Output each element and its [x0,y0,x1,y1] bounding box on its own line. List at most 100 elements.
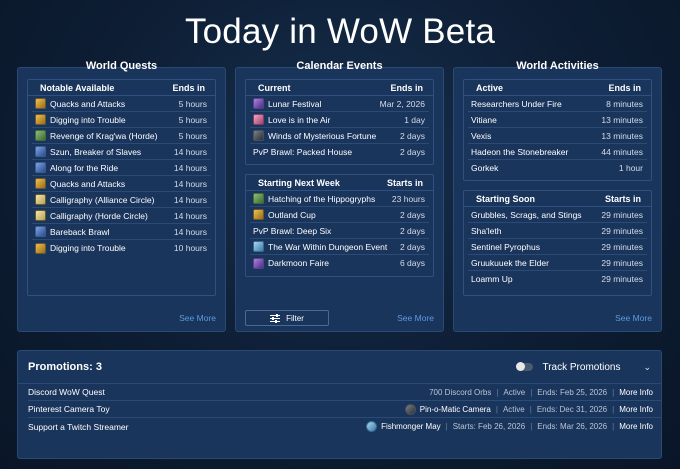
world-quest-item-time: 14 hours [173,194,207,205]
starting-soon-activity-row[interactable]: Loamm Up 29 minutes [468,271,647,287]
active-activity-row-left: Hadeon the Stonebreaker [471,147,568,157]
world-quest-item-name: Quacks and Attacks [50,178,126,189]
next-week-event-item-time: 2 days [399,209,425,220]
promotion-dates: Ends: Dec 31, 2026 [536,404,608,414]
separator: | [530,422,533,431]
next-week-event-item-icon [253,209,264,220]
starting-soon-activity-row[interactable]: Sha'leth 29 minutes [468,223,647,239]
current-event-row[interactable]: Lunar Festival Mar 2, 2026 [250,96,429,112]
promotions-header: Promotions: 3 Track Promotions ⌄ [18,351,661,384]
world-quest-row-left: Quacks and Attacks [35,178,125,189]
world-quest-item-icon [35,130,46,141]
more-info-link[interactable]: More Info [619,422,653,431]
separator: | [612,422,615,431]
active-activity-row[interactable]: Hadeon the Stonebreaker 44 minutes [468,144,647,160]
current-event-row[interactable]: PvP Brawl: Packed House 2 days [250,144,429,160]
promotion-name: Support a Twitch Streamer [28,421,129,432]
current-event-item-time: 1 day [404,114,425,125]
world-quest-row[interactable]: Digging into Trouble 10 hours [32,240,211,256]
world-quest-item-time: 5 hours [178,114,207,125]
starting-soon-activity-row[interactable]: Grubbles, Scrags, and Stings 29 minutes [468,207,647,223]
promotion-row[interactable]: Pinterest Camera Toy Pin-o-Matic Camera | A… [28,401,661,418]
world-quests-see-more-link[interactable]: See More [179,313,216,323]
filter-button[interactable]: Filter [245,310,329,326]
current-event-item-time: 2 days [399,130,425,141]
world-quest-item-icon [35,162,46,173]
world-quest-item-name: Calligraphy (Alliance Circle) [50,194,155,205]
current-events-header: Current Ends in [246,80,433,96]
active-activity-row[interactable]: Vexis 13 minutes [468,128,647,144]
separator: | [530,387,533,397]
next-week-event-row[interactable]: Outland Cup 2 days [250,207,429,223]
next-week-event-row[interactable]: PvP Brawl: Deep Six 2 days [250,223,429,239]
starting-soon-activity-item-name: Sentinel Pyrophus [471,241,540,252]
active-activities-header: Active Ends in [464,80,651,96]
promotions-panel: Promotions: 3 Track Promotions ⌄ Discord… [17,350,662,459]
promotion-row[interactable]: Discord WoW Quest 700 Discord Orbs | Active… [28,384,661,401]
world-quest-row[interactable]: Szun, Breaker of Slaves 14 hours [32,144,211,160]
reward-icon [404,403,416,415]
next-week-event-row[interactable]: The War Within Dungeon Event 2 days [250,239,429,255]
world-quest-row[interactable]: Digging into Trouble 5 hours [32,112,211,128]
world-quest-item-time: 14 hours [173,146,207,157]
world-quest-item-name: Szun, Breaker of Slaves [50,146,142,157]
world-quest-row-left: Quacks and Attacks [35,98,125,109]
starting-soon-activity-item-name: Gruukuuek the Elder [471,257,549,268]
active-activity-row[interactable]: Vitiane 13 minutes [468,112,647,128]
more-info-link[interactable]: More Info [619,388,653,397]
next-week-box: Starting Next Week Starts in Hatching of … [245,174,434,277]
current-event-row[interactable]: Love is in the Air 1 day [250,112,429,128]
world-quest-row-left: Digging into Trouble [35,242,126,254]
world-quest-row[interactable]: Calligraphy (Horde Circle) 14 hours [32,208,211,224]
world-activities-panel: World Activities Active Ends in Researche… [453,60,662,332]
promotion-dates: Ends: Feb 25, 2026 [537,387,608,397]
filter-label: Filter [286,313,304,323]
world-quest-item-icon [35,178,46,189]
chevron-down-icon[interactable]: ⌄ [643,362,651,373]
calendar-see-more-link[interactable]: See More [397,313,434,323]
current-event-row-left: Love is in the Air [253,114,330,125]
current-event-item-name: Love is in the Air [268,114,331,125]
separator: | [496,387,499,397]
world-quest-item-icon [35,226,46,237]
next-week-event-row[interactable]: Darkmoon Faire 6 days [250,255,429,271]
world-quest-row[interactable]: Quacks and Attacks 14 hours [32,176,211,192]
world-quest-row[interactable]: Quacks and Attacks 5 hours [32,96,211,112]
current-event-row[interactable]: Winds of Mysterious Fortune 2 days [250,128,429,144]
next-week-event-item-time: 2 days [399,225,425,236]
world-quests-title: World Quests [85,60,158,72]
starting-soon-activity-item-time: 29 minutes [601,274,643,284]
active-activity-row[interactable]: Researchers Under Fire 8 minutes [468,96,647,112]
current-event-row-left: Lunar Festival [253,98,321,109]
starting-soon-box: Starting Soon Starts in Grubbles, Scrags,… [463,190,652,296]
current-event-item-icon [253,114,264,125]
more-info-link[interactable]: More Info [619,405,653,414]
starting-soon-activity-row[interactable]: Sentinel Pyrophus 29 minutes [468,239,647,255]
world-quest-item-name: Along for the Ride [50,162,119,173]
active-activity-item-name: Vexis [471,130,492,141]
world-activities-title: World Activities [516,60,599,72]
next-week-event-row[interactable]: Hatching of the Hippogryphs 23 hours [250,191,429,207]
world-quest-item-name: Bareback Brawl [50,226,110,237]
next-week-event-row-left: Hatching of the Hippogryphs [253,193,375,204]
world-quest-row[interactable]: Along for the Ride 14 hours [32,160,211,176]
world-quest-row[interactable]: Calligraphy (Alliance Circle) 14 hours [32,192,211,208]
next-week-event-item-time: 23 hours [391,193,425,204]
starting-soon-activity-row[interactable]: Gruukuuek the Elder 29 minutes [468,255,647,271]
active-activity-row[interactable]: Gorkek 1 hour [468,160,647,176]
next-week-event-item-time: 6 days [399,258,425,268]
world-quest-row-left: Digging into Trouble [35,114,126,125]
world-quest-item-icon [35,98,46,109]
world-quest-row[interactable]: Revenge of Krag'wa (Horde) 5 hours [32,128,211,144]
promotions-title: Promotions: 3 [28,361,102,373]
next-week-header: Starting Next Week Starts in [246,175,433,191]
promotion-row[interactable]: Support a Twitch Streamer Fishmonger May |… [28,418,661,435]
current-event-row-left: Winds of Mysterious Fortune [253,130,376,141]
world-quest-item-icon [35,242,46,254]
world-quest-row[interactable]: Bareback Brawl 14 hours [32,224,211,240]
starting-soon-activity-item-time: 29 minutes [601,257,643,268]
track-promotions-toggle[interactable] [516,362,534,371]
world-activities-see-more-link[interactable]: See More [615,313,652,323]
promotion-meta: 700 Discord Orbs | Active | Ends: Feb 25, 20… [429,388,653,397]
notable-available-header: Notable Available Ends in [28,80,215,96]
